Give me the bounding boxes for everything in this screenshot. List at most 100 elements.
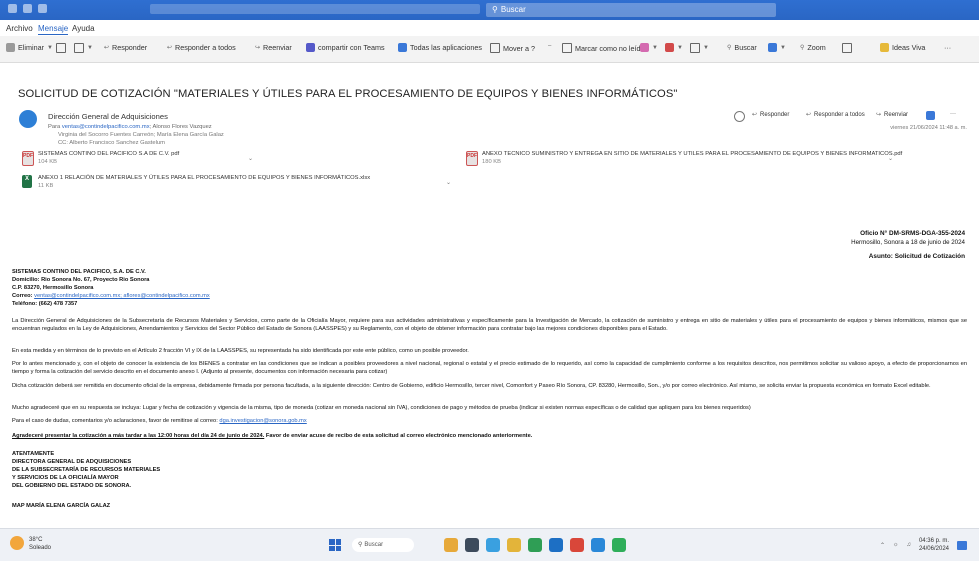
weather-widget[interactable]: 38°C Soleado (10, 536, 51, 552)
signature-name: MAP MARÍA ELENA GARCÍA GALAZ (12, 503, 111, 509)
attachment-item[interactable]: PDF ANEXO TECNICO SUMINISTRO Y ENTREGA E… (466, 151, 902, 167)
start-button[interactable] (329, 539, 341, 551)
folder-icon[interactable] (507, 538, 521, 552)
recipient-postal: C.P. 83270, Hermosillo Sonora (12, 285, 94, 291)
all-apps-button[interactable]: Todas las aplicaciones (398, 43, 482, 52)
edge-icon[interactable] (486, 538, 500, 552)
recipient-company: SISTEMAS CONTINO DEL PACIFICO, S.A. DE C… (12, 269, 146, 275)
system-tray: ⌃ ☼ ♫ 04:36 p. m. 24/06/2024 (880, 537, 967, 553)
undo-icon[interactable] (38, 4, 47, 13)
attachment-item[interactable]: PDF SISTEMAS CONTINO DEL PACIFICO S.A DE… (22, 151, 253, 167)
zoom-button[interactable]: ⚲ Zoom (800, 43, 826, 52)
email-teams-button[interactable] (926, 111, 935, 120)
archive-icon (56, 43, 66, 53)
tag-icon (640, 43, 649, 52)
reply-icon: ↩ (104, 45, 110, 51)
recipient-phone: Teléfono: (662) 478 7357 (12, 301, 78, 307)
weather-desc: Soleado (29, 545, 52, 551)
excel-file-icon: X (22, 175, 32, 188)
teams-button[interactable]: compartir con Teams (306, 43, 385, 52)
outlook-icon[interactable] (549, 538, 563, 552)
menu-ayuda[interactable]: Ayuda (72, 24, 95, 33)
letter-paragraph: Agradeceré presentar la cotización a más… (12, 433, 533, 439)
chrome-icon[interactable] (528, 538, 542, 552)
recipient-email-link[interactable]: ventas@contindelpacifico.com.mx; aflores… (34, 293, 210, 299)
chevron-down-icon: ▼ (652, 44, 658, 51)
ribbon-more-button[interactable]: ··· (944, 43, 951, 52)
email-reply-all-button[interactable]: ↩ Responder a todos (806, 111, 865, 119)
move-to-button[interactable]: Mover a ? (490, 43, 535, 53)
weather-temp: 38°C (29, 537, 43, 543)
place-date: Hermosillo, Sonora a 18 de junio de 2024 (851, 239, 965, 246)
chevron-up-icon[interactable]: ⌃ (880, 542, 885, 549)
letter-paragraph: Mucho agradeceré que en su respuesta se … (12, 405, 751, 411)
contact-email-link[interactable]: dga.investigacion@sonora.gob.mx (219, 418, 306, 424)
sender-name[interactable]: Dirección General de Adquisiciones (48, 112, 168, 121)
email-reply-button[interactable]: ↩ Responder (752, 111, 789, 119)
wifi-icon[interactable]: ☼ (893, 542, 899, 548)
word-icon[interactable] (591, 538, 605, 552)
recipient-address: Domicilio: Rio Sonora No. 67, Proyecto R… (12, 277, 150, 283)
teams-icon (926, 111, 935, 120)
delete-button[interactable]: Eliminar ▼ (6, 43, 53, 52)
forward-button[interactable]: ↪ Reenviar (255, 43, 292, 52)
addin-button[interactable] (842, 43, 852, 53)
search-icon: ⚲ (727, 45, 732, 51)
folder-icon (490, 43, 500, 53)
email-forward-button[interactable]: ↪ Reenviar (876, 111, 908, 119)
email-subject: SOLICITUD DE COTIZACIÓN "MATERIALES Y ÚT… (18, 88, 678, 100)
viva-ideas-button[interactable]: Ideas Viva (880, 43, 925, 52)
to-email-link[interactable]: ventas@contindelpacifico.com.mx (62, 124, 150, 130)
ribbon-separator: – (548, 43, 552, 49)
file-explorer-icon[interactable] (444, 538, 458, 552)
categorize-button[interactable]: ▼ (640, 43, 658, 52)
taskbar-apps (444, 538, 626, 552)
notification-icon[interactable] (957, 540, 967, 550)
chevron-down-icon[interactable]: ⌄ (446, 179, 451, 186)
reply-icon: ↩ (752, 112, 758, 118)
cc-recipients: CC: Alberto Francisco Sanchez Gastelum (58, 140, 165, 146)
title-bar-icons (8, 4, 47, 13)
chevron-down-icon[interactable]: ⌄ (248, 155, 253, 162)
signature-line: Y SERVICIOS DE LA OFICIALÍA MAYOR (12, 475, 119, 481)
taskbar-search[interactable]: ⚲ Buscar (352, 538, 414, 552)
title-bar: ⚲ Buscar (0, 0, 979, 20)
signature-line: ATENTAMENTE (12, 451, 55, 457)
app-icon[interactable] (570, 538, 584, 552)
chevron-down-icon[interactable]: ⌄ (888, 155, 893, 162)
volume-icon[interactable]: ♫ (906, 542, 911, 548)
clock[interactable]: 04:36 p. m. 24/06/2024 (919, 537, 949, 553)
reply-all-icon: ↩ (806, 112, 812, 118)
zoom-icon: ⚲ (800, 45, 805, 51)
search-box[interactable]: ⚲ Buscar (486, 3, 776, 17)
menu-bar: Archivo Mensaje Ayuda (0, 22, 979, 36)
email-more-button[interactable]: ··· (950, 111, 956, 117)
clock-date: 24/06/2024 (918, 546, 949, 552)
recipients-line: Virginia del Socorro Fuentes Carreón; Ma… (58, 132, 224, 138)
envelope-icon (562, 43, 572, 53)
emoji-reaction-button[interactable] (734, 111, 745, 122)
menu-mensaje[interactable]: Mensaje (38, 24, 69, 35)
find-button[interactable]: ⚲ Buscar (727, 43, 757, 52)
mark-unread-button[interactable]: Marcar como no leído (562, 43, 645, 53)
chevron-down-icon: ▼ (87, 45, 93, 51)
forward-icon: ↪ (876, 112, 882, 118)
policy-button[interactable]: ▼ (690, 43, 709, 53)
archive-button[interactable] (56, 43, 66, 53)
signature-line: DE LA SUBSECRETARÍA DE RECURSOS MATERIAL… (12, 467, 161, 473)
flag-button[interactable]: ▼ (665, 43, 683, 52)
save-icon[interactable] (23, 4, 32, 13)
menu-archivo[interactable]: Archivo (6, 24, 33, 33)
letter-paragraph: En esta medida y en términos de lo previ… (12, 348, 469, 354)
report-button[interactable]: ▼ (74, 43, 93, 53)
sender-avatar[interactable] (19, 110, 37, 128)
reply-all-button[interactable]: ↩ Responder a todos (167, 43, 236, 52)
task-view-icon[interactable] (465, 538, 479, 552)
reply-button[interactable]: ↩ Responder (104, 43, 147, 52)
search-icon: ⚲ (358, 542, 363, 548)
smiley-icon (734, 111, 745, 122)
attachment-item[interactable]: X ANEXO 1 RELACIÓN DE MATERIALES Y ÚTILE… (22, 175, 452, 191)
excel-icon[interactable] (612, 538, 626, 552)
translate-icon (768, 43, 777, 52)
translate-button[interactable]: ▼ (768, 43, 786, 52)
